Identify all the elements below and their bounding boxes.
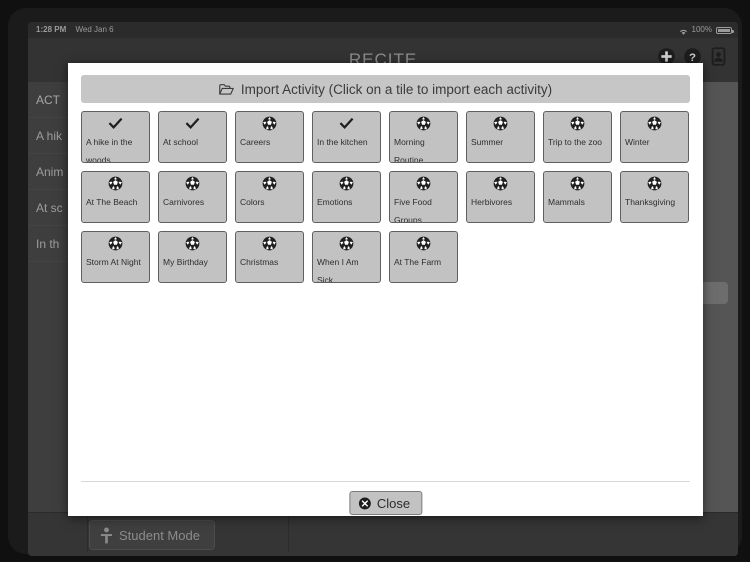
activity-tile-label: At The Beach [86,197,138,207]
activity-tile[interactable]: Carnivores [158,171,227,223]
soccer-ball-icon [493,116,508,131]
student-mode-label: Student Mode [119,527,200,543]
soccer-ball-icon [108,236,123,251]
soccer-ball-icon [262,116,277,131]
student-mode-button[interactable]: Student Mode [89,520,215,550]
activity-tile-label: Morning Routine [394,137,425,163]
status-bar: 1:28 PM Wed Jan 6 100% [28,22,738,38]
activity-tile-label: Christmas [240,257,279,267]
soccer-ball-icon [416,236,431,251]
soccer-ball-icon [416,176,431,191]
activity-tile[interactable]: Careers [235,111,304,163]
person-icon [100,527,113,544]
activity-tile-label: Trip to the zoo [548,137,603,147]
activity-tile[interactable]: When I Am Sick [312,231,381,283]
activity-tile[interactable]: Five Food Groups [389,171,458,223]
status-bar-right: 100% [679,22,734,38]
activity-tile-label: When I Am Sick [317,257,359,283]
battery-full-icon [716,26,734,34]
activity-tile[interactable]: Herbivores [466,171,535,223]
activity-tile-label: A hike in the woods [86,137,133,163]
activity-tile[interactable]: Colors [235,171,304,223]
wifi-icon [679,26,688,35]
activity-tile-grid: A hike in the woods At school Careers In th… [81,111,690,481]
status-date: Wed Jan 6 [75,25,114,34]
soccer-ball-icon [570,176,585,191]
svg-text:?: ? [689,52,696,64]
activity-tile[interactable]: Winter [620,111,689,163]
toolbar-divider-left [87,517,88,553]
status-bar-left: 1:28 PM Wed Jan 6 [36,22,114,38]
soccer-ball-icon [262,176,277,191]
activity-tile-label: Winter [625,137,650,147]
activity-tile-label: Thanksgiving [625,197,676,207]
activity-tile[interactable]: At The Farm [389,231,458,283]
soccer-ball-icon [416,116,431,131]
activity-tile[interactable]: At school [158,111,227,163]
folder-open-icon [219,83,234,96]
activity-tile-label: Herbivores [471,197,513,207]
soccer-ball-icon [108,176,123,191]
activity-tile-label: Storm At Night [86,257,141,267]
activity-tile[interactable]: Emotions [312,171,381,223]
check-icon [108,116,123,131]
activity-tile-label: Emotions [317,197,353,207]
activity-tile[interactable]: Christmas [235,231,304,283]
close-circle-icon [358,497,371,510]
battery-percent: 100% [691,25,712,34]
activity-tile[interactable]: Morning Routine [389,111,458,163]
modal-header-bar: Import Activity (Click on a tile to impo… [81,75,690,103]
soccer-ball-icon [339,176,354,191]
activity-tile-label: In the kitchen [317,137,368,147]
activity-tile[interactable]: A hike in the woods [81,111,150,163]
activity-tile-label: Colors [240,197,265,207]
activity-tile-label: Careers [240,137,271,147]
status-time: 1:28 PM [36,25,67,34]
device-bezel: 1:28 PM Wed Jan 6 100% RECITE ? ACT A hi… [8,8,742,556]
soccer-ball-icon [262,236,277,251]
soccer-ball-icon [570,116,585,131]
soccer-ball-icon [647,116,662,131]
modal-title: Import Activity (Click on a tile to impo… [240,81,553,97]
soccer-ball-icon [493,176,508,191]
soccer-ball-icon [339,236,354,251]
activity-tile[interactable]: In the kitchen [312,111,381,163]
activity-tile[interactable]: My Birthday [158,231,227,283]
activity-tile-label: At school [163,137,198,147]
close-button[interactable]: Close [348,491,423,515]
activity-tile[interactable]: Mammals [543,171,612,223]
device-frame: 1:28 PM Wed Jan 6 100% RECITE ? ACT A hi… [0,0,750,562]
activity-tile[interactable]: Trip to the zoo [543,111,612,163]
activity-tile-label: Mammals [548,197,585,207]
activity-tile-label: Five Food Groups [394,197,432,223]
activity-tile-label: At The Farm [394,257,442,267]
activity-tile[interactable]: At The Beach [81,171,150,223]
toolbar-divider-right [288,517,289,553]
user-card-icon[interactable] [709,47,728,66]
activity-tile-label: My Birthday [163,257,208,267]
activity-tile[interactable]: Storm At Night [81,231,150,283]
soccer-ball-icon [185,176,200,191]
activity-tile-label: Carnivores [163,197,205,207]
check-icon [185,116,200,131]
activity-tile[interactable]: Thanksgiving [620,171,689,223]
bottom-toolbar: Student Mode [28,512,738,556]
check-icon [339,116,354,131]
activity-tile[interactable]: Summer [466,111,535,163]
soccer-ball-icon [185,236,200,251]
close-button-label: Close [376,495,411,511]
screen: 1:28 PM Wed Jan 6 100% RECITE ? ACT A hi… [28,22,738,556]
import-activity-modal: Import Activity (Click on a tile to impo… [68,63,703,516]
soccer-ball-icon [647,176,662,191]
activity-tile-label: Summer [471,137,504,147]
modal-divider [81,481,690,482]
